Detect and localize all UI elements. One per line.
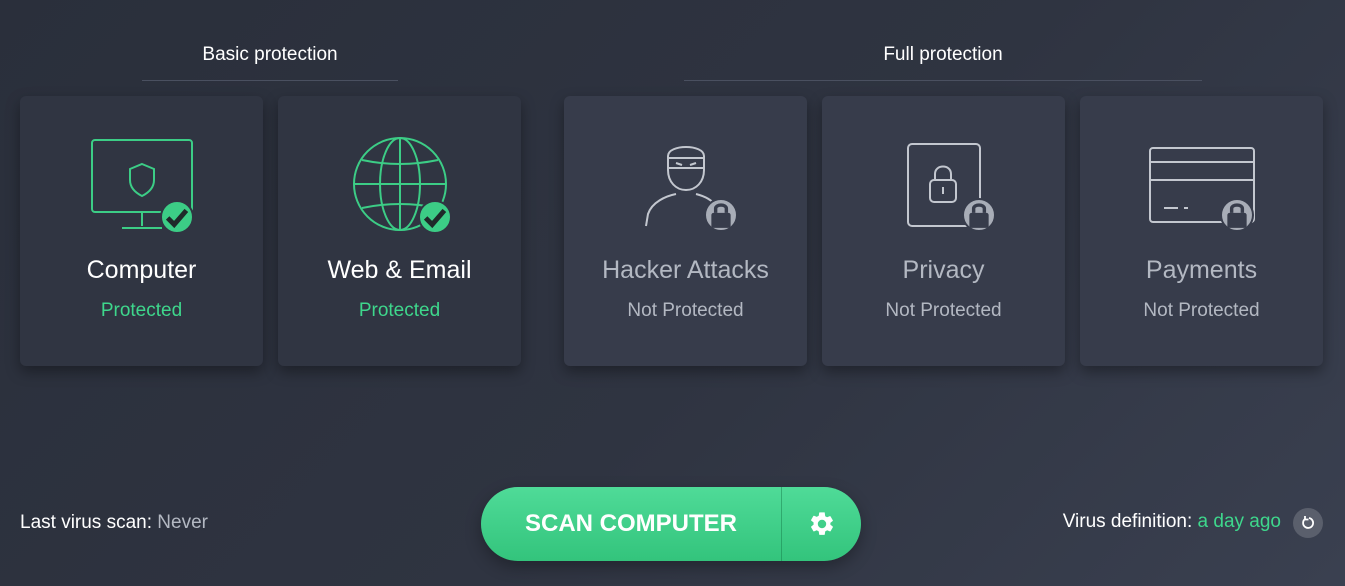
phone-lock-icon bbox=[884, 136, 1004, 236]
check-icon bbox=[417, 200, 452, 234]
monitor-shield-icon bbox=[82, 136, 202, 236]
virus-def-value: a day ago bbox=[1197, 511, 1281, 532]
full-protection-divider bbox=[684, 80, 1202, 81]
scan-button-group: SCAN COMPUTER bbox=[481, 487, 861, 561]
card-status: Protected bbox=[100, 300, 183, 321]
full-protection-title: Full protection bbox=[883, 44, 1003, 65]
card-computer[interactable]: Computer Protected bbox=[20, 96, 263, 366]
card-privacy[interactable]: Privacy Not Protected bbox=[822, 96, 1065, 366]
lock-icon bbox=[1219, 198, 1254, 232]
card-status: Not Protected bbox=[1143, 300, 1260, 321]
virus-def-label: Virus definition: bbox=[1062, 511, 1193, 532]
hacker-icon bbox=[626, 136, 746, 236]
card-hacker-attacks[interactable]: Hacker Attacks Not Protected bbox=[564, 96, 807, 366]
check-icon bbox=[159, 200, 194, 234]
last-virus-scan: Last virus scan: Never bbox=[20, 512, 208, 534]
scan-settings-button[interactable] bbox=[782, 487, 861, 561]
card-name: Hacker Attacks bbox=[602, 256, 769, 284]
gear-icon bbox=[810, 512, 833, 535]
card-name: Computer bbox=[86, 256, 197, 284]
virus-definition: Virus definition: a day ago bbox=[1063, 511, 1281, 533]
lock-icon bbox=[961, 198, 996, 232]
last-scan-label: Last virus scan: bbox=[20, 512, 152, 533]
card-name: Privacy bbox=[902, 256, 985, 284]
card-payments[interactable]: Payments Not Protected bbox=[1080, 96, 1323, 366]
card-web-email[interactable]: Web & Email Protected bbox=[278, 96, 521, 366]
refresh-icon bbox=[1302, 516, 1314, 529]
lock-icon bbox=[703, 198, 738, 232]
scan-computer-button[interactable]: SCAN COMPUTER bbox=[481, 487, 781, 561]
card-status: Not Protected bbox=[627, 300, 744, 321]
card-status: Not Protected bbox=[885, 300, 1002, 321]
update-definitions-button[interactable] bbox=[1293, 508, 1323, 538]
card-name: Payments bbox=[1145, 256, 1258, 284]
credit-card-icon bbox=[1142, 136, 1262, 236]
last-scan-value: Never bbox=[157, 512, 208, 533]
card-name: Web & Email bbox=[327, 256, 472, 284]
basic-protection-divider bbox=[142, 80, 398, 81]
basic-protection-title: Basic protection bbox=[202, 44, 338, 65]
card-status: Protected bbox=[358, 300, 441, 321]
globe-icon bbox=[340, 136, 460, 236]
